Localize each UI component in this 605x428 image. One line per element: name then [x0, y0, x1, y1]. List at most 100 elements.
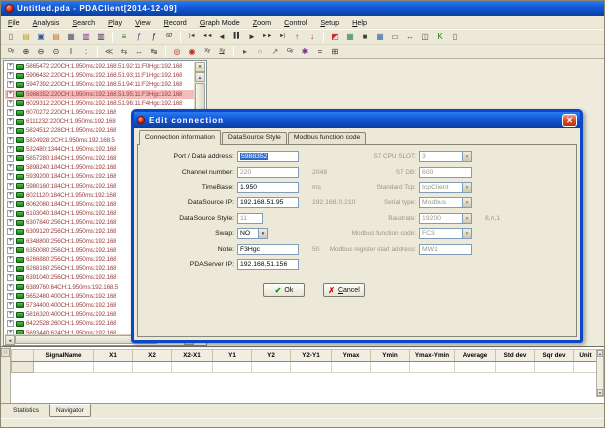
- tile-windows-icon[interactable]: ⊞: [328, 45, 342, 58]
- expander-icon[interactable]: +: [7, 137, 14, 144]
- equal-scale-icon[interactable]: =: [313, 45, 327, 58]
- page-x-icon[interactable]: ⇆: [117, 45, 131, 58]
- stats-scroll-up-icon[interactable]: ▲: [597, 350, 603, 357]
- stats-header-average[interactable]: Average: [455, 350, 496, 362]
- stats-scroll-down-icon[interactable]: ▼: [597, 389, 603, 396]
- chart-view-icon[interactable]: ▦: [343, 31, 357, 44]
- fast-forward-icon[interactable]: ►►: [260, 31, 274, 44]
- tree-row[interactable]: +5988352:220CH:1.950ms:192.168.51.95:11:…: [5, 90, 194, 99]
- stats-header-y1[interactable]: Y1: [213, 350, 252, 362]
- tab-connection-information[interactable]: Connection information: [139, 130, 221, 145]
- dialog-close-button[interactable]: ✕: [562, 114, 577, 127]
- expander-icon[interactable]: +: [7, 256, 14, 263]
- stats-header-unit[interactable]: Unit: [574, 350, 598, 362]
- stats-cell[interactable]: [455, 362, 496, 373]
- ok-button[interactable]: ✔Ok: [263, 283, 305, 297]
- bottom-tab-statistics[interactable]: Statistics: [7, 404, 45, 416]
- save-file-icon[interactable]: ▣: [34, 31, 48, 44]
- expander-icon[interactable]: +: [7, 155, 14, 162]
- expander-icon[interactable]: +: [7, 210, 14, 217]
- paw-icon[interactable]: ✱: [298, 45, 312, 58]
- stats-cell[interactable]: [371, 362, 410, 373]
- stats-header-ymax-ymin[interactable]: Ymax-Ymin: [410, 350, 455, 362]
- menu-item-analysis[interactable]: Analysis: [33, 18, 60, 27]
- expander-icon[interactable]: +: [7, 201, 14, 208]
- tab-datasource-style[interactable]: DataSource Style: [222, 132, 287, 144]
- stats-cell[interactable]: [574, 362, 598, 373]
- jump-up-icon[interactable]: ↑: [290, 31, 304, 44]
- menu-item-graph-mode[interactable]: Graph Mode: [200, 18, 240, 27]
- stats-cell[interactable]: [496, 362, 535, 373]
- fit-screen-icon[interactable]: ▭: [388, 31, 402, 44]
- goto-start-icon[interactable]: |◄: [185, 31, 199, 44]
- menu-item-help[interactable]: Help: [352, 18, 367, 27]
- notes-icon[interactable]: ▯: [448, 31, 462, 44]
- expander-icon[interactable]: +: [7, 164, 14, 171]
- time-sync-icon[interactable]: ◎: [170, 45, 184, 58]
- menu-item-control[interactable]: Control: [284, 18, 307, 27]
- expander-icon[interactable]: +: [7, 320, 14, 327]
- stats-header-ymax[interactable]: Ymax: [332, 350, 371, 362]
- zoom-in-icon[interactable]: ⊕: [19, 45, 33, 58]
- stats-header-x1[interactable]: X1: [94, 350, 133, 362]
- bookmark-icon[interactable]: K: [433, 31, 447, 44]
- stats-header-sqr-dev[interactable]: Sqr dev: [535, 350, 574, 362]
- menu-item-search[interactable]: Search: [72, 18, 95, 27]
- window-layout-icon[interactable]: ◫: [418, 31, 432, 44]
- stats-header-x2-x1[interactable]: X2-X1: [172, 350, 213, 362]
- expander-icon[interactable]: +: [7, 109, 14, 116]
- expander-icon[interactable]: +: [7, 238, 14, 245]
- stats-header-ymin[interactable]: Ymin: [371, 350, 410, 362]
- compress-x-icon[interactable]: ≪: [102, 45, 116, 58]
- shrink-x-icon[interactable]: ↹: [147, 45, 161, 58]
- new-file-icon[interactable]: ▯: [4, 31, 18, 44]
- scope-view-icon[interactable]: ◩: [328, 31, 342, 44]
- stats-cell[interactable]: [291, 362, 332, 373]
- open-project-icon[interactable]: ▤: [49, 31, 63, 44]
- expander-icon[interactable]: +: [7, 293, 14, 300]
- record-circle-icon[interactable]: ○: [253, 45, 267, 58]
- panel-view-icon[interactable]: ■: [358, 31, 372, 44]
- expander-icon[interactable]: +: [7, 72, 14, 79]
- fit-width-icon[interactable]: ↔: [403, 31, 417, 44]
- stats-cell[interactable]: [94, 362, 133, 373]
- stats-header-rowheader[interactable]: [12, 350, 34, 362]
- expander-icon[interactable]: +: [7, 228, 14, 235]
- step-back-icon[interactable]: ◄: [215, 31, 229, 44]
- trigger-y-icon[interactable]: Dy: [4, 45, 18, 58]
- expander-icon[interactable]: +: [7, 91, 14, 98]
- play-icon[interactable]: ►: [245, 31, 259, 44]
- expander-icon[interactable]: +: [7, 81, 14, 88]
- tree-row[interactable]: +6029312:220CH:1.950ms:192.168.51.96:11:…: [5, 99, 194, 108]
- zoom-area-icon[interactable]: ⊙: [49, 45, 63, 58]
- expander-icon[interactable]: +: [7, 274, 14, 281]
- zoom-out-icon[interactable]: ⊖: [34, 45, 48, 58]
- timebase-input[interactable]: 1.950: [237, 182, 299, 193]
- expander-icon[interactable]: +: [7, 192, 14, 199]
- import-file-icon[interactable]: ▥: [94, 31, 108, 44]
- gy-view-icon[interactable]: Gy: [283, 45, 297, 58]
- cursor-pair-icon[interactable]: :: [79, 45, 93, 58]
- expander-icon[interactable]: +: [7, 284, 14, 291]
- scroll-up-icon[interactable]: ▲: [195, 72, 205, 82]
- expander-icon[interactable]: +: [7, 311, 14, 318]
- xy-view-alt-icon[interactable]: Xy: [215, 45, 229, 58]
- cursor-ibeam-icon[interactable]: I: [64, 45, 78, 58]
- menu-item-setup[interactable]: Setup: [320, 18, 339, 27]
- expander-icon[interactable]: +: [7, 146, 14, 153]
- expander-icon[interactable]: +: [7, 100, 14, 107]
- expander-icon[interactable]: +: [7, 127, 14, 134]
- tree-row[interactable]: +5947392:220CH:1.950ms:192.168.51.94:11:…: [5, 80, 194, 89]
- stats-header-std-dev[interactable]: Std dev: [496, 350, 535, 362]
- function-fx-icon[interactable]: ƒ: [132, 31, 146, 44]
- tree-row[interactable]: +5906432:220CH:1.950ms:192.168.51.93:11:…: [5, 71, 194, 80]
- swap-select[interactable]: NO: [237, 228, 259, 239]
- pause-icon[interactable]: ▌▌: [230, 31, 244, 44]
- stats-cell[interactable]: [12, 362, 34, 373]
- port-data-address-input[interactable]: 5988352: [237, 151, 299, 162]
- expander-icon[interactable]: +: [7, 173, 14, 180]
- open-file-icon[interactable]: ▤: [19, 31, 33, 44]
- grid-handle-icon[interactable]: ∷: [1, 348, 10, 357]
- jump-down-icon[interactable]: ↓: [305, 31, 319, 44]
- stats-vertical-scrollbar[interactable]: ▲ ▼: [596, 349, 604, 397]
